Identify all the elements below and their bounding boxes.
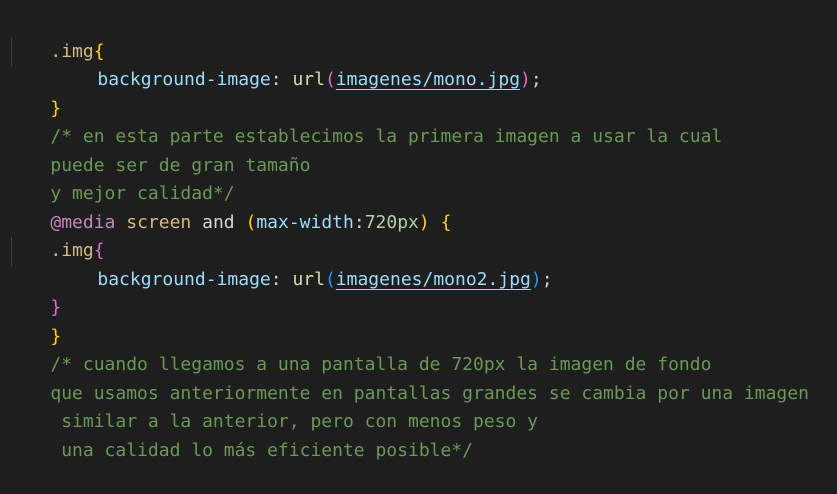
code-line[interactable]: una calidad lo más eficiente posible*/ bbox=[0, 408, 837, 461]
code-line[interactable]: que usamos anteriormente en pantallas gr… bbox=[0, 351, 837, 404]
code-line[interactable]: .img{ bbox=[0, 209, 837, 261]
indent-guide bbox=[11, 237, 12, 266]
code-line[interactable]: similar a la anterior, pero con menos pe… bbox=[0, 380, 837, 432]
code-line[interactable]: } bbox=[0, 66, 837, 119]
code-line[interactable]: } bbox=[0, 294, 837, 347]
comment-text: una calidad lo más eficiente posible*/ bbox=[50, 439, 473, 461]
code-line[interactable]: puede ser de gran tamaño bbox=[0, 123, 837, 176]
code-line[interactable]: /* en esta parte establecimos la primera… bbox=[0, 95, 837, 147]
code-line[interactable]: @media screen and (max-width:720px) { bbox=[0, 180, 837, 233]
indent-guide bbox=[11, 37, 12, 66]
code-line[interactable]: } bbox=[0, 266, 837, 318]
code-editor[interactable]: .img{ background-image: url(imagenes/mon… bbox=[0, 0, 837, 461]
code-line[interactable]: /* cuando llegamos a una pantalla de 720… bbox=[0, 323, 837, 375]
code-line[interactable]: y mejor calidad*/ bbox=[0, 152, 837, 204]
code-line[interactable]: background-image: url(imagenes/mono.jpg)… bbox=[0, 37, 837, 90]
code-line[interactable]: background-image: url(imagenes/mono2.jpg… bbox=[0, 237, 837, 290]
code-line[interactable]: .img{ bbox=[0, 9, 837, 62]
